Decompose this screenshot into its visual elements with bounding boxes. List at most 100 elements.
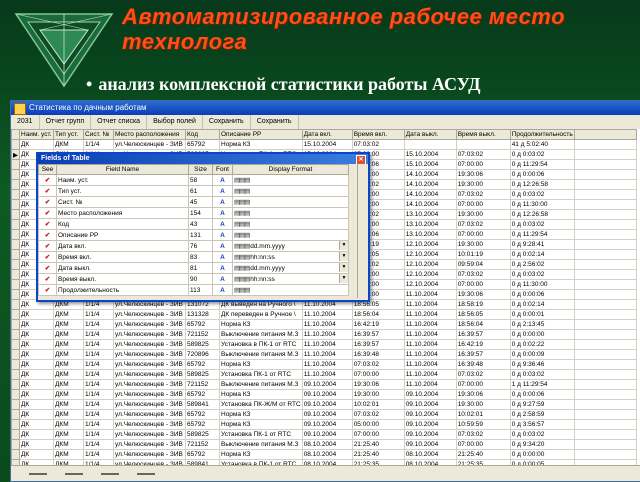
field-size[interactable]: 113: [188, 284, 213, 296]
table-row[interactable]: ДКДКМ1/1/4ул.Челюскинцев - ЗИВ65792Норма…: [11, 419, 637, 430]
table-row[interactable]: ДК ДКМ 1/1/4 ул.Челюскинцев - ЗИВ 720896 Выкл…: [11, 349, 637, 360]
font-icon[interactable]: A: [212, 262, 233, 274]
align-icon[interactable]: ▤▤▤: [234, 243, 250, 250]
font-icon[interactable]: A: [212, 273, 233, 285]
toolbar-item[interactable]: Отчет списка: [91, 115, 148, 129]
column-header[interactable]: Сист. №: [83, 129, 114, 140]
align-icon[interactable]: ▤▤▤: [234, 287, 250, 294]
field-size[interactable]: 45: [188, 196, 213, 208]
dialog-scrollbar[interactable]: [357, 164, 368, 298]
display-format[interactable]: ▤▤▤: [232, 185, 349, 197]
checkmark-icon[interactable]: ✔: [38, 196, 57, 208]
field-row[interactable]: ✔ Наим. уст. 58 A ▤▤▤: [38, 174, 349, 186]
field-size[interactable]: 83: [188, 251, 213, 263]
table-row[interactable]: ДКДКМ1/1/4ул.Челюскинцев - ЗИВ721152Выкл…: [11, 379, 637, 390]
align-icon[interactable]: ▤▤▤: [234, 232, 250, 239]
font-icon[interactable]: A: [212, 185, 233, 197]
column-header[interactable]: Время вкл.: [351, 129, 405, 140]
field-row[interactable]: ✔ Место расположения 154 A ▤▤▤: [38, 207, 349, 219]
field-size[interactable]: 43: [188, 218, 213, 230]
table-row[interactable]: ДК ДКМ 1/1/4 ул.Челюскинцев - ЗИВ 131328 ДК п…: [11, 309, 637, 320]
font-icon[interactable]: A: [212, 251, 233, 263]
checkmark-icon[interactable]: ✔: [38, 251, 57, 263]
column-header[interactable]: Код: [185, 129, 220, 140]
column-header[interactable]: Дата выкл.: [403, 129, 457, 140]
font-icon[interactable]: A: [212, 174, 233, 186]
field-size[interactable]: 58: [188, 174, 213, 186]
table-row[interactable]: ДК ДКМ 1/1/4 ул.Челюскинцев - ЗИВ 589825 Уста…: [11, 339, 637, 350]
nav-prev-icon[interactable]: [65, 470, 87, 478]
field-row[interactable]: ✔ Время вкл. 83 A ▤▤▤ hh:nn:ss ▼: [38, 251, 349, 263]
font-icon[interactable]: A: [212, 196, 233, 208]
align-icon[interactable]: ▤▤▤: [234, 188, 250, 195]
checkmark-icon[interactable]: ✔: [38, 174, 57, 186]
toolbar-item[interactable]: Сохранить: [203, 115, 251, 129]
toolbar-item[interactable]: Отчет групп: [40, 115, 92, 129]
nav-next-icon[interactable]: [101, 470, 123, 478]
toolbar-item[interactable]: Сохранить: [251, 115, 299, 129]
checkmark-icon[interactable]: ✔: [38, 262, 57, 274]
column-header[interactable]: Время выкл.: [455, 129, 511, 140]
field-size[interactable]: 131: [188, 229, 213, 241]
table-row[interactable]: ДКДКМ1/1/4ул.Челюскинцев - ЗИВ721152Выкл…: [11, 439, 637, 450]
table-row[interactable]: ДКДКМ1/1/4ул.Челюскинцев - ЗИВ65792Норма…: [11, 359, 637, 370]
display-format[interactable]: ▤▤▤ hh:nn:ss ▼: [232, 273, 349, 285]
checkmark-icon[interactable]: ✔: [38, 207, 57, 219]
field-row[interactable]: ✔ Сист. № 45 A ▤▤▤: [38, 196, 349, 208]
field-row[interactable]: ✔ Дата вкл. 76 A ▤▤▤ dd.mm.yyyy ▼: [38, 240, 349, 252]
display-format[interactable]: ▤▤▤ hh:nn:ss ▼: [232, 251, 349, 263]
checkmark-icon[interactable]: ✔: [38, 273, 57, 285]
font-icon[interactable]: A: [212, 218, 233, 230]
field-size[interactable]: 76: [188, 240, 213, 252]
table-row[interactable]: ДК ДКМ 1/1/4 ул.Челюскинцев - ЗИВ 589825 Уста…: [11, 429, 637, 440]
toolbar-item[interactable]: 2031: [11, 115, 40, 129]
display-format[interactable]: ▤▤▤: [232, 284, 349, 296]
table-row[interactable]: ДК ДКМ 1/1/4 ул.Челюскинцев - ЗИВ 589841 Уста…: [11, 399, 637, 410]
column-header[interactable]: Продолжительность: [509, 129, 575, 140]
align-icon[interactable]: ▤▤▤: [234, 177, 250, 184]
font-icon[interactable]: A: [212, 229, 233, 241]
field-size[interactable]: 154: [188, 207, 213, 219]
display-format[interactable]: ▤▤▤: [232, 196, 349, 208]
table-row[interactable]: ДКДКМ1/1/4ул.Челюскинцев - ЗИВ65792Норма…: [11, 319, 637, 330]
align-icon[interactable]: ▤▤▤: [234, 210, 250, 217]
table-row[interactable]: ДКДКМ1/1/4ул.Челюскинцев - ЗИВ65792Норма…: [11, 449, 637, 460]
display-format[interactable]: ▤▤▤: [232, 218, 349, 230]
field-size[interactable]: 90: [188, 273, 213, 285]
display-format[interactable]: ▤▤▤: [232, 229, 349, 241]
field-row[interactable]: ✔ Код 43 A ▤▤▤: [38, 218, 349, 230]
table-row[interactable]: ДКДКМ1/1/4ул.Челюскинцев - ЗИВ65792Норма…: [11, 389, 637, 400]
nav-first-icon[interactable]: [29, 470, 51, 478]
chevron-down-icon[interactable]: ▼: [339, 252, 348, 261]
nav-last-icon[interactable]: [137, 470, 159, 478]
checkmark-icon[interactable]: ✔: [38, 229, 57, 241]
field-size[interactable]: 81: [188, 262, 213, 274]
dialog-titlebar[interactable]: Fields of Table ✕: [38, 154, 368, 165]
field-row[interactable]: ✔ Продолжительность 113 A ▤▤▤: [38, 284, 349, 296]
display-format[interactable]: ▤▤▤: [232, 207, 349, 219]
font-icon[interactable]: A: [212, 207, 233, 219]
font-icon[interactable]: A: [212, 240, 233, 252]
checkmark-icon[interactable]: ✔: [38, 218, 57, 230]
column-header[interactable]: Дата вкл.: [301, 129, 353, 140]
font-icon[interactable]: A: [212, 284, 233, 296]
table-row[interactable]: ДКДКМ1/1/4ул.Челюскинцев - ЗИВ65792Норма…: [11, 409, 637, 420]
align-icon[interactable]: ▤▤▤: [234, 199, 250, 206]
window-titlebar[interactable]: Статистика по дачным работам: [11, 101, 640, 115]
checkmark-icon[interactable]: ✔: [38, 185, 57, 197]
field-size[interactable]: 61: [188, 185, 213, 197]
table-row[interactable]: ДК ДКМ 1/1/4 ул.Челюскинцев - ЗИВ 589825 Уста…: [11, 369, 637, 380]
toolbar-item[interactable]: Выбор полей: [147, 115, 203, 129]
align-icon[interactable]: ▤▤▤: [234, 221, 250, 228]
align-icon[interactable]: ▤▤▤: [234, 254, 250, 261]
table-row[interactable]: ДКДКМ1/1/4ул.Челюскинцев - ЗИВ65792Норма…: [11, 139, 637, 150]
table-row[interactable]: ДКДКМ1/1/4ул.Челюскинцев - ЗИВ721152Выкл…: [11, 329, 637, 340]
chevron-down-icon[interactable]: ▼: [339, 274, 348, 283]
display-format[interactable]: ▤▤▤ dd.mm.yyyy ▼: [232, 262, 349, 274]
display-format[interactable]: ▤▤▤ dd.mm.yyyy ▼: [232, 240, 349, 252]
column-header[interactable]: Место расположения: [113, 129, 186, 140]
column-header[interactable]: Наим. уст.: [19, 129, 54, 140]
align-icon[interactable]: ▤▤▤: [234, 265, 250, 272]
chevron-down-icon[interactable]: ▼: [339, 263, 348, 272]
checkmark-icon[interactable]: ✔: [38, 284, 57, 296]
